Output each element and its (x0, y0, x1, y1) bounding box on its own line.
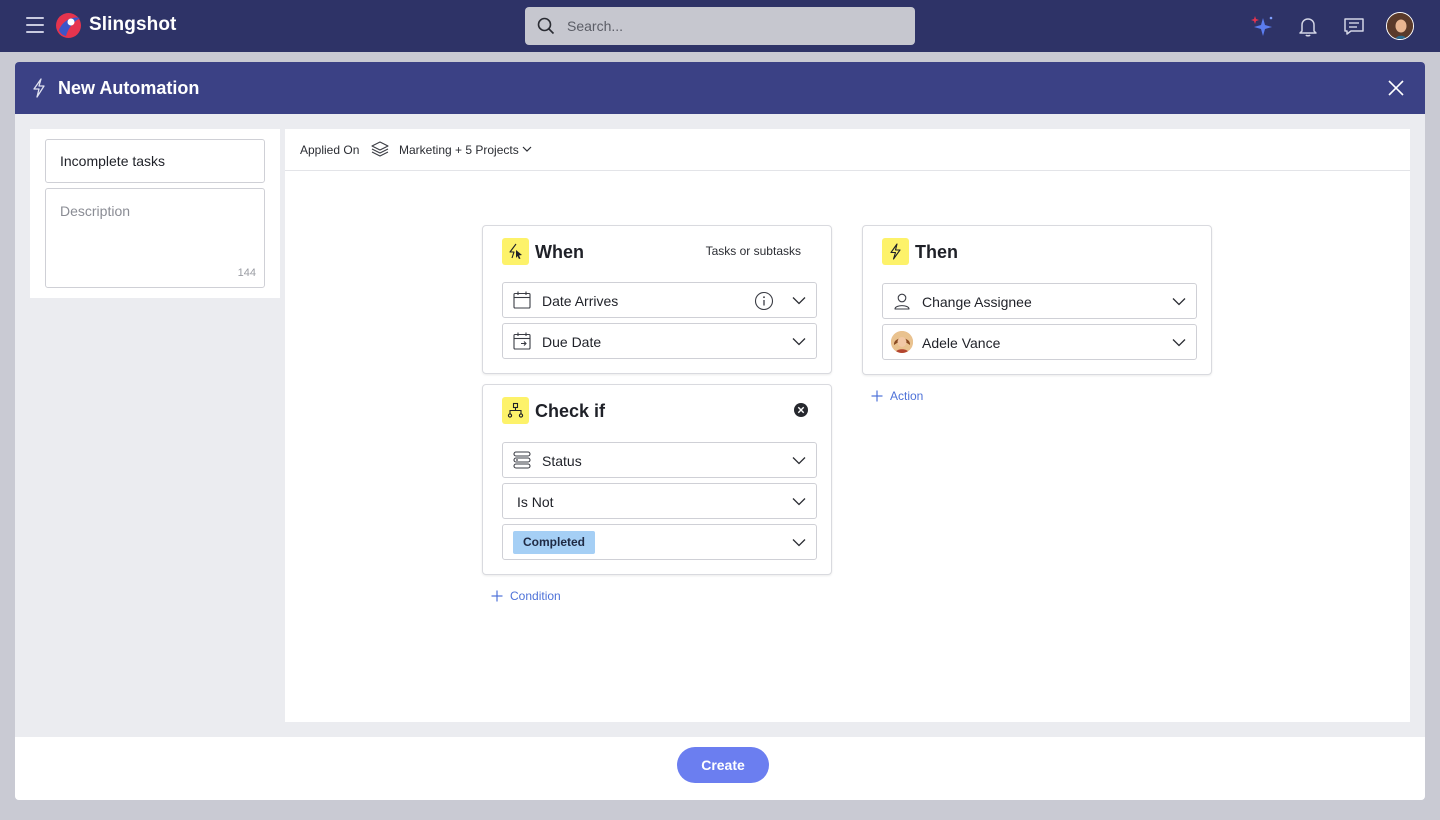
plus-icon (871, 390, 883, 402)
automation-details-panel: Incomplete tasks 144 (30, 129, 280, 722)
calendar-icon (513, 291, 531, 309)
layers-icon (371, 141, 389, 157)
action-select[interactable]: Change Assignee (882, 283, 1197, 319)
chevron-down-icon[interactable] (522, 145, 532, 153)
check-if-badge (502, 397, 529, 424)
chevron-down-icon (792, 498, 806, 506)
menu-icon[interactable] (26, 17, 44, 33)
search-input[interactable] (567, 7, 897, 45)
create-button[interactable]: Create (677, 747, 769, 783)
assignee-select[interactable]: Adele Vance (882, 324, 1197, 360)
then-card: Then Change Assignee Adele Vance (862, 225, 1212, 375)
condition-field-select[interactable]: Status (502, 442, 817, 478)
chevron-down-icon (1172, 339, 1186, 347)
user-avatar[interactable] (1386, 12, 1414, 40)
applied-on-dropdown[interactable]: Marketing + 5 Projects (399, 143, 519, 157)
date-field-value: Due Date (542, 334, 602, 350)
chevron-down-icon (1172, 298, 1186, 306)
branch-icon (507, 402, 524, 418)
description-input[interactable] (46, 189, 264, 287)
top-bar: Slingshot (0, 0, 1440, 52)
remove-condition-icon[interactable] (793, 402, 809, 418)
status-chip: Completed (513, 531, 596, 554)
modal-footer: Create (15, 737, 1425, 800)
chevron-down-icon (792, 457, 806, 465)
search-icon (537, 17, 555, 35)
trigger-value: Date Arrives (542, 293, 619, 309)
close-icon[interactable] (1387, 79, 1405, 97)
automation-builder: Applied On Marketing + 5 Projects When T… (285, 129, 1410, 722)
description-field[interactable]: 144 (45, 188, 265, 288)
condition-value-select[interactable]: Completed (502, 524, 817, 560)
chevron-down-icon (792, 539, 806, 547)
trigger-scope-selector[interactable]: Tasks or subtasks (706, 244, 801, 258)
char-counter: 144 (237, 267, 256, 279)
modal-header: New Automation (15, 62, 1425, 114)
new-automation-modal: New Automation Incomplete tasks 144 Appl… (15, 62, 1425, 800)
assignee-value: Adele Vance (922, 335, 1001, 351)
then-title: Then (915, 242, 958, 262)
date-field-select[interactable]: Due Date (502, 323, 817, 359)
status-list-icon (513, 451, 531, 469)
add-action-button[interactable]: Action (871, 389, 951, 405)
details-card: Incomplete tasks 144 (30, 129, 280, 298)
condition-operator-value: Is Not (517, 494, 554, 510)
add-condition-label: Condition (510, 589, 561, 603)
assignee-avatar (891, 331, 913, 353)
add-condition-button[interactable]: Condition (491, 589, 581, 605)
avatar-image (891, 331, 913, 353)
plus-icon (491, 590, 503, 602)
sparkle-ai-icon[interactable] (1250, 14, 1274, 38)
modal-title: New Automation (58, 78, 200, 98)
when-title: When (535, 242, 584, 262)
when-card: When Tasks or subtasks Date Arrives Due … (482, 225, 832, 374)
add-action-label: Action (890, 389, 924, 403)
lightning-bolt-icon (33, 78, 45, 98)
condition-field-value: Status (542, 453, 582, 469)
trigger-click-icon (509, 243, 522, 259)
check-if-title: Check if (535, 401, 606, 421)
calendar-due-icon (513, 332, 531, 350)
bell-icon[interactable] (1296, 14, 1320, 38)
brand-name: Slingshot (89, 14, 177, 35)
then-badge (882, 238, 909, 265)
lightning-bolt-icon (890, 243, 901, 260)
check-if-card: Check if Status Is Not Completed (482, 384, 832, 575)
avatar-image (1387, 13, 1413, 39)
trigger-select[interactable]: Date Arrives (502, 282, 817, 318)
info-icon[interactable] (754, 291, 774, 311)
applied-on-label: Applied On (300, 143, 360, 157)
person-icon (894, 293, 910, 310)
when-badge (502, 238, 529, 265)
chevron-down-icon (792, 338, 806, 346)
applied-on-bar: Applied On Marketing + 5 Projects (285, 129, 1410, 171)
search-box[interactable] (525, 7, 915, 45)
chat-icon[interactable] (1342, 14, 1366, 38)
slingshot-logo-icon (56, 13, 81, 38)
action-value: Change Assignee (922, 294, 1032, 310)
automation-name-field[interactable]: Incomplete tasks (45, 139, 265, 183)
chevron-down-icon (792, 297, 806, 305)
condition-operator-select[interactable]: Is Not (502, 483, 817, 519)
